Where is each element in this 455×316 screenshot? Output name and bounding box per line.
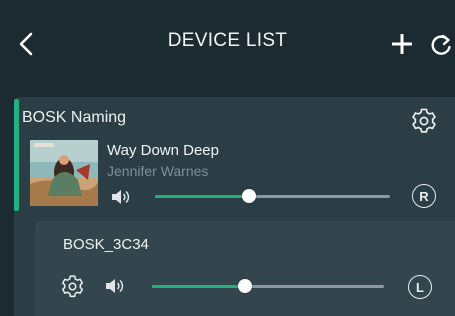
channel-badge[interactable]: L	[408, 275, 432, 299]
volume-slider-thumb[interactable]	[238, 279, 252, 293]
refresh-button[interactable]	[428, 31, 454, 59]
member-volume-slider[interactable]	[152, 279, 384, 293]
gear-icon[interactable]	[59, 273, 86, 300]
refresh-icon	[431, 34, 451, 55]
track-artist: Jennifer Warnes	[107, 163, 209, 179]
member-device-name: BOSK_3C34	[63, 236, 149, 253]
channel-badge[interactable]: R	[412, 184, 436, 208]
volume-slider-thumb[interactable]	[242, 189, 256, 203]
volume-slider-fill	[155, 195, 249, 198]
speaker-icon	[112, 190, 130, 204]
group-name: BOSK Naming	[22, 109, 127, 126]
speaker-icon	[106, 279, 124, 293]
add-device-button[interactable]	[387, 29, 417, 59]
gear-icon[interactable]	[409, 106, 439, 136]
volume-slider-fill	[152, 285, 245, 288]
volume-slider[interactable]	[155, 189, 390, 203]
active-indicator	[14, 99, 19, 211]
album-art	[30, 140, 98, 206]
track-title: Way Down Deep	[107, 142, 219, 159]
top-bar: DEVICE LIST	[0, 0, 455, 88]
plus-icon	[392, 34, 412, 54]
